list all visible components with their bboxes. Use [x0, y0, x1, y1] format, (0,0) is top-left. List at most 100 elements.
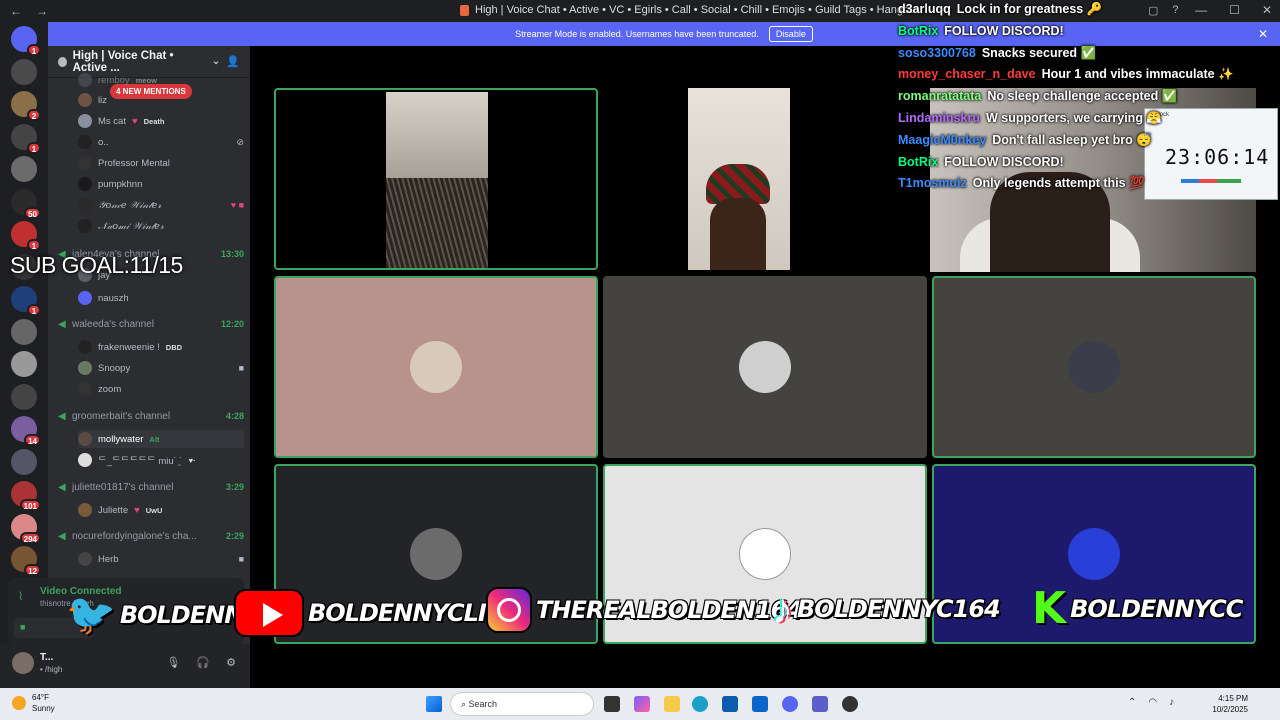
chat-text: W supporters, we carrying 😤 — [985, 111, 1162, 125]
taskbar-search[interactable]: ⌕ Search — [450, 692, 594, 716]
voice-user[interactable]: frakenweenie ! DBD — [78, 338, 244, 356]
store-icon[interactable] — [722, 696, 738, 712]
chat-text: Don't fall asleep yet bro 😴 — [992, 132, 1152, 147]
deafened-icon: ⊘ — [236, 136, 244, 147]
task-view-icon[interactable] — [604, 696, 620, 712]
avatar[interactable] — [12, 652, 34, 674]
channel-name: nocurefordyingalone's cha... — [72, 530, 197, 542]
user-name: zoom — [98, 383, 122, 395]
voice-user[interactable]: Herb ■ — [78, 550, 244, 568]
teams-icon[interactable] — [812, 696, 828, 712]
taskbar-clock[interactable]: 4:15 PM 10/2/2025 — [1204, 693, 1248, 715]
microphone-icon[interactable]: 🎙 — [166, 656, 180, 669]
voice-user[interactable]: zoom — [78, 380, 244, 398]
edge-icon[interactable] — [692, 696, 708, 712]
banner-text: Streamer Mode is enabled. Usernames have… — [515, 29, 759, 39]
file-explorer-icon[interactable] — [664, 696, 680, 712]
heart-icon: ♥ — [134, 504, 140, 516]
user-name: o.. — [98, 136, 109, 148]
server-icon[interactable]: 50 — [11, 188, 41, 219]
voice-user[interactable]: Professor Mental — [78, 154, 244, 172]
server-icon[interactable]: 14 — [11, 416, 41, 446]
outlook-icon[interactable] — [752, 696, 768, 712]
voice-user[interactable]: 𝒴𝑜𝓃𝒸𝑒 𝒲𝒾𝓃𝓉𝑒𝓇 ♥ ■ — [78, 196, 244, 214]
social-kick: K BOLDENNYCC — [1032, 583, 1243, 634]
obs-icon[interactable] — [842, 696, 858, 712]
windows-start-icon[interactable] — [426, 696, 442, 712]
server-icon[interactable]: 1 — [11, 26, 41, 56]
user-tag: DBD — [165, 342, 183, 352]
voice-user[interactable]: o.. ⊘ — [78, 133, 244, 151]
webcam-feed[interactable] — [688, 88, 790, 270]
voice-channel[interactable]: ◀ juliette01817's channel 3:29 — [58, 478, 244, 496]
video-tile[interactable] — [932, 276, 1256, 458]
server-icon[interactable]: 1 — [11, 123, 41, 154]
voice-user[interactable]: 𝒩𝒶𝑜𝓂𝒾 𝒲𝒾𝓃𝓉𝑒𝓇 — [78, 217, 244, 235]
voice-user[interactable]: Juliette ♥ UwU — [78, 501, 244, 519]
voice-channel[interactable]: ◀ groomerbait's channel 4:28 — [58, 407, 244, 425]
forward-arrow-icon[interactable]: → — [36, 4, 48, 18]
server-icon — [58, 56, 67, 67]
chat-message: soso3300768 Snacks secured ✅ — [898, 46, 1096, 61]
signal-icon[interactable]: ⌇ — [18, 590, 23, 603]
voice-user[interactable]: Ms cat ♥ Death — [78, 112, 244, 130]
voice-user[interactable]: liz — [78, 91, 244, 109]
weather-widget[interactable]: 64°F Sunny — [12, 692, 55, 714]
unread-badge: 2 — [27, 109, 41, 121]
headphones-icon[interactable]: 🎧 — [196, 656, 210, 669]
voice-user[interactable]: mollywater Alt — [78, 430, 244, 448]
video-tile[interactable] — [274, 276, 598, 458]
user-name: remboy — [98, 74, 130, 86]
chat-message: Lindaminskru W supporters, we carrying 😤 — [898, 111, 1162, 126]
wifi-icon[interactable]: ◠ — [1148, 697, 1157, 708]
disable-streamer-button[interactable]: Disable — [768, 26, 813, 42]
gear-icon[interactable]: ⚙ — [226, 656, 236, 669]
invite-people-icon[interactable]: 👤 — [226, 55, 240, 68]
chat-username: soso3300768 — [898, 45, 976, 60]
tray-chevron-icon[interactable]: ⌃ — [1128, 697, 1136, 708]
copilot-icon[interactable] — [634, 696, 650, 712]
chevron-down-icon[interactable]: ⌄ — [212, 56, 220, 67]
back-arrow-icon[interactable]: ← — [10, 4, 22, 18]
voice-user[interactable]: remboy meow — [78, 71, 244, 89]
speaker-icon: ◀ — [58, 481, 66, 493]
video-tile[interactable] — [274, 88, 598, 270]
server-icon[interactable] — [11, 351, 37, 377]
server-icon[interactable]: 1 — [11, 221, 41, 251]
video-tile[interactable] — [603, 276, 927, 458]
speaker-icon: ◀ — [58, 410, 66, 422]
volume-icon[interactable]: ♪ — [1169, 697, 1174, 708]
server-icon[interactable]: 12 — [11, 546, 41, 576]
server-icon[interactable] — [11, 156, 37, 182]
server-icon[interactable]: 2 — [11, 91, 41, 121]
social-youtube: BOLDENNYCLIVE — [234, 589, 520, 637]
server-icon[interactable] — [11, 58, 37, 85]
social-handle: THEREALBOLDEN164 — [536, 596, 803, 624]
server-icon[interactable]: 101 — [11, 481, 41, 511]
avatar — [1068, 528, 1120, 580]
discord-icon[interactable] — [782, 696, 798, 712]
channel-timer: 2:29 — [225, 531, 244, 541]
server-icon[interactable]: 1 — [11, 286, 41, 316]
avatar — [1068, 341, 1120, 393]
nav-buttons: ← → — [0, 4, 48, 18]
server-icon[interactable] — [11, 318, 37, 345]
user-name: mollywater — [98, 433, 144, 445]
chat-username: d3arluqq — [898, 2, 951, 16]
voice-channel[interactable]: ◀ nocurefordyingalone's cha... 2:29 — [58, 527, 244, 545]
window-title: High | Voice Chat • Active • VC • Egirls… — [460, 4, 918, 16]
chat-username: money_chaser_n_dave — [898, 67, 1036, 82]
voice-user[interactable]: Snoopy ■ — [78, 359, 244, 377]
avatar — [410, 528, 462, 580]
voice-user[interactable]: pumpkhnn — [78, 175, 244, 193]
user-tag: meow — [135, 75, 157, 85]
server-icon[interactable] — [11, 448, 37, 475]
voice-user[interactable]: ᄃ_ᄃᄃᄃᄃᄃ miu˙ ̫˙ ♥· — [78, 451, 244, 469]
user-name: frakenweenie ! — [98, 341, 160, 353]
voice-channel[interactable]: ◀ waleeda's channel 12:20 — [58, 315, 244, 333]
instagram-icon — [486, 587, 532, 633]
server-icon[interactable]: 294 — [11, 513, 41, 544]
chat-text: Only legends attempt this 💯 — [972, 176, 1145, 191]
server-icon[interactable] — [11, 383, 37, 410]
voice-user[interactable]: nauszh — [78, 289, 244, 307]
